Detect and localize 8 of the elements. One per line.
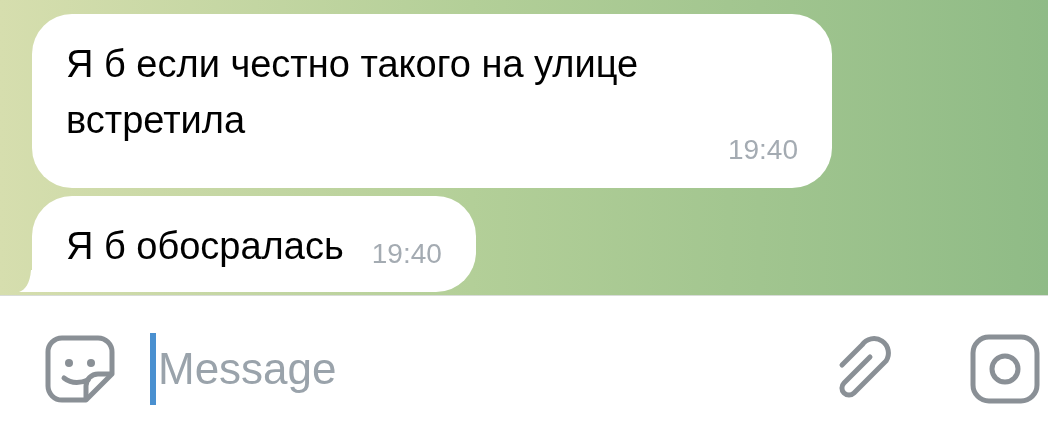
message-text: Я б обосралась xyxy=(66,224,344,269)
message-text: Я б если честно такого на улице встретила xyxy=(66,42,640,143)
message-field[interactable]: Message xyxy=(156,344,658,394)
text-cursor xyxy=(150,333,156,405)
message-time: 19:40 xyxy=(726,133,798,167)
sticker-icon[interactable] xyxy=(44,334,116,404)
message-time: 19:40 xyxy=(370,237,442,271)
camera-icon[interactable] xyxy=(970,334,1040,404)
